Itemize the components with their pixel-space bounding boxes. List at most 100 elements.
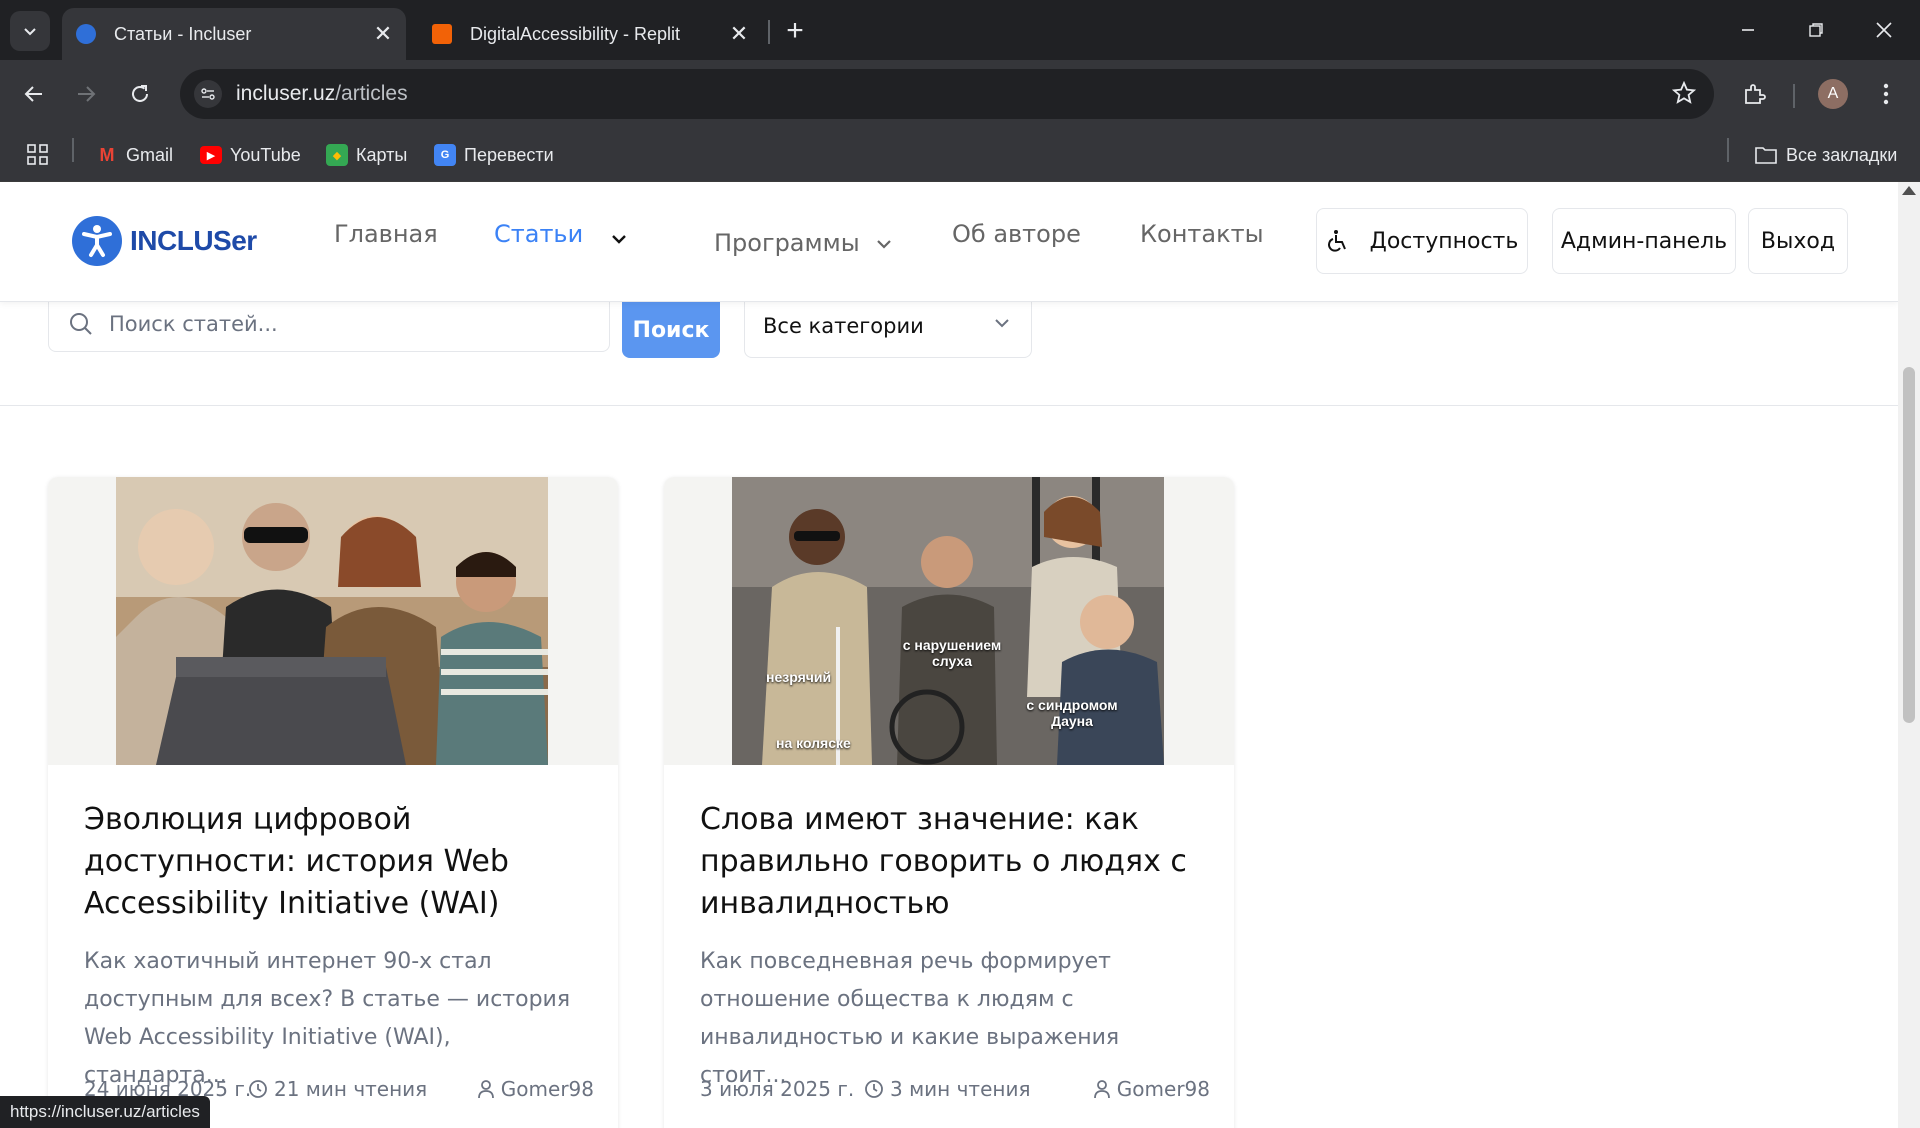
arrow-left-icon [24, 86, 42, 102]
close-tab-icon[interactable]: ✕ [368, 19, 398, 49]
article-image-frame [48, 477, 618, 765]
article-title[interactable]: Эволюция цифровой доступности: история W… [84, 799, 594, 925]
bookmarks-separator [1727, 138, 1729, 162]
translate-icon: G [434, 144, 456, 166]
chevron-down-icon [877, 240, 892, 249]
nav-articles[interactable]: Статьи [494, 220, 583, 248]
search-button[interactable]: Поиск [622, 302, 720, 358]
bookmark-youtube[interactable]: ▶ YouTube [200, 141, 301, 169]
article-date: 3 июля 2025 г. [700, 1077, 855, 1101]
restore-button[interactable] [1786, 10, 1846, 50]
chevron-down-icon [24, 28, 36, 36]
nav-contacts[interactable]: Контакты [1140, 220, 1264, 248]
close-icon [1876, 22, 1892, 38]
all-bookmarks-button[interactable]: Все закладки [1754, 141, 1897, 169]
forward-button[interactable] [66, 74, 106, 114]
article-author: Gomer98 [1093, 1077, 1210, 1101]
bookmark-maps[interactable]: ◆ Карты [326, 141, 407, 169]
nav-programs[interactable]: Программы [714, 229, 893, 257]
arrow-right-icon [78, 86, 96, 102]
tab-search-button[interactable] [10, 11, 50, 51]
menu-button[interactable] [1866, 74, 1906, 114]
extensions-button[interactable] [1734, 74, 1774, 114]
kebab-menu-icon [1883, 83, 1889, 105]
tab-articles[interactable]: Статьи - Incluser ✕ [62, 8, 406, 60]
minimize-icon [1742, 29, 1754, 31]
site-info-icon[interactable] [194, 80, 222, 108]
article-meta: 3 июля 2025 г. 3 мин чтения Gomer98 [700, 1077, 1210, 1107]
bookmarks-separator [72, 138, 74, 162]
image-label-deaf: с нарушением слуха [902, 637, 1002, 669]
browser-toolbar: incluser.uz/articles A [0, 60, 1920, 128]
admin-panel-button[interactable]: Админ-панель [1552, 208, 1736, 274]
replit-favicon-icon [432, 24, 452, 44]
reload-icon [132, 85, 148, 102]
page-scrollbar[interactable] [1898, 182, 1920, 1128]
logo-text: INCLUSer [130, 225, 257, 256]
wheelchair-icon [1327, 230, 1346, 252]
apps-grid-icon [27, 144, 48, 165]
youtube-icon: ▶ [200, 146, 222, 164]
articles-dropdown-chevron-icon[interactable] [610, 232, 628, 250]
accessibility-button[interactable]: Доступность [1316, 208, 1528, 274]
bookmark-star-icon[interactable] [1671, 80, 1697, 110]
article-title[interactable]: Слова имеют значение: как правильно гово… [700, 799, 1210, 925]
back-button[interactable] [14, 74, 54, 114]
search-icon [70, 313, 92, 335]
folder-icon [1755, 147, 1777, 164]
clock-icon [249, 1080, 267, 1098]
chevron-down-icon [995, 319, 1009, 328]
search-input[interactable]: Поиск статей... [48, 302, 610, 352]
incluser-favicon-icon [76, 24, 96, 44]
nav-about[interactable]: Об авторе [952, 220, 1081, 248]
search-placeholder: Поиск статей... [109, 312, 278, 336]
article-card[interactable]: незрячий с нарушением слуха на коляске с… [664, 477, 1234, 1128]
article-author: Gomer98 [477, 1077, 594, 1101]
search-filter-row: Поиск статей... Поиск Все категории [0, 302, 1898, 406]
article-image [116, 477, 548, 765]
site-header: INCLUSer Главная Статьи Программы Об авт… [0, 182, 1898, 302]
page-viewport: INCLUSer Главная Статьи Программы Об авт… [0, 182, 1898, 1128]
maps-icon: ◆ [326, 144, 348, 166]
puzzle-icon [1745, 84, 1766, 104]
restore-icon [1809, 23, 1823, 37]
scrollbar-thumb[interactable] [1903, 367, 1915, 723]
user-icon [1093, 1080, 1110, 1099]
url-text: incluser.uz/articles [236, 82, 408, 105]
article-excerpt: Как повседневная речь формирует отношени… [700, 949, 1120, 1088]
toolbar-separator [1793, 84, 1795, 108]
article-read-time: 3 мин чтения [864, 1077, 1030, 1101]
profile-button[interactable]: A [1813, 74, 1853, 114]
image-label-down: с синдромом Дауна [1026, 697, 1118, 729]
bookmark-translate[interactable]: G Перевести [434, 141, 554, 169]
article-image: незрячий с нарушением слуха на коляске с… [732, 477, 1164, 765]
tab-title: Статьи - Incluser [114, 23, 252, 44]
new-tab-button[interactable]: + [775, 14, 815, 48]
article-excerpt: Как хаотичный интернет 90-х стал доступн… [84, 949, 571, 1088]
image-label-wheelchair: на коляске [776, 735, 851, 751]
gmail-icon: M [99, 144, 115, 165]
category-select[interactable]: Все категории [744, 302, 1032, 358]
scroll-up-arrow-icon[interactable] [1902, 186, 1916, 195]
bookmarks-bar: M Gmail ▶ YouTube ◆ Карты G Перевести Вс… [0, 128, 1920, 182]
bookmark-gmail[interactable]: M Gmail [96, 141, 174, 169]
status-url-tooltip: https://incluser.uz/articles [0, 1096, 210, 1128]
close-window-button[interactable] [1854, 10, 1914, 50]
accessibility-logo-icon [72, 216, 122, 266]
tab-title: DigitalAccessibility - Replit [470, 23, 681, 44]
nav-home[interactable]: Главная [334, 220, 438, 248]
logout-button[interactable]: Выход [1748, 208, 1848, 274]
minimize-button[interactable] [1718, 10, 1778, 50]
site-logo[interactable]: INCLUSer [72, 216, 257, 266]
image-label-blind: незрячий [766, 669, 832, 685]
article-card[interactable]: Эволюция цифровой доступности: история W… [48, 477, 618, 1128]
clock-icon [865, 1080, 883, 1098]
tab-replit[interactable]: DigitalAccessibility - Replit ✕ [418, 8, 762, 60]
tab-separator [768, 20, 770, 44]
apps-button[interactable] [26, 141, 50, 169]
article-image-frame: незрячий с нарушением слуха на коляске с… [664, 477, 1234, 765]
category-select-value: Все категории [763, 314, 924, 338]
address-bar[interactable]: incluser.uz/articles [180, 69, 1714, 119]
reload-button[interactable] [120, 74, 160, 114]
close-tab-icon[interactable]: ✕ [724, 19, 754, 49]
